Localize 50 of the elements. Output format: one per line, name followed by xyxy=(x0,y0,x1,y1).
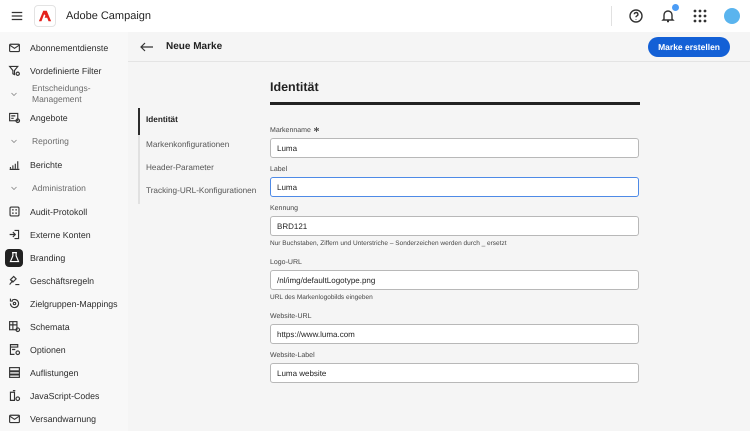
flask-icon xyxy=(8,251,20,264)
step-link[interactable]: Tracking-URL-Konfigurationen xyxy=(138,181,258,204)
sidebar-item[interactable]: Auflistungen xyxy=(0,361,128,384)
menu-icon xyxy=(10,9,24,23)
sidebar-item[interactable]: Berichte xyxy=(0,153,128,176)
gavel-icon xyxy=(8,274,20,287)
sidebar-item[interactable]: Externe Konten xyxy=(0,223,128,246)
logo-icon xyxy=(34,5,56,27)
list-gear-icon xyxy=(8,343,20,356)
page-title: Neue Marke xyxy=(166,41,224,52)
sidebar-item[interactable]: Zielgruppen-Mappings xyxy=(0,292,128,315)
step-link[interactable]: Identität xyxy=(138,108,258,135)
table-gear-icon xyxy=(8,320,20,333)
sidebar-item[interactable]: Schemata xyxy=(0,315,128,338)
sidebar-section[interactable]: Entscheidungs-Management xyxy=(0,82,128,106)
step-link[interactable]: Header-Parameter xyxy=(138,158,258,181)
sign-in-icon xyxy=(8,228,20,241)
input-field[interactable]: Luma xyxy=(270,177,639,197)
required-mark xyxy=(314,127,319,134)
help-icon xyxy=(628,8,644,24)
filter-icon xyxy=(8,64,20,77)
calculator-icon xyxy=(8,205,20,218)
sidebar-item[interactable]: Audit-Protokoll xyxy=(0,200,128,223)
sidebar-item[interactable]: Branding xyxy=(0,246,128,269)
input-field[interactable]: Luma website xyxy=(270,363,639,383)
input-field[interactable]: https://www.luma.com xyxy=(270,324,639,344)
sidebar-section[interactable]: Reporting xyxy=(0,129,128,153)
code-file-icon xyxy=(8,389,20,402)
stacked-list-icon xyxy=(8,366,20,379)
section-heading: Identität xyxy=(270,72,640,105)
create-brand-button[interactable]: Marke erstellen xyxy=(648,36,730,56)
apps-grid-icon[interactable] xyxy=(692,8,708,24)
sidebar-item[interactable]: Abonnementdienste xyxy=(0,36,128,59)
back-arrow-icon[interactable] xyxy=(140,42,154,52)
sidebar-item[interactable]: Vordefinierte Filter xyxy=(0,59,128,82)
envelope-icon xyxy=(8,41,20,54)
sidebar-item[interactable]: Versandwarnung xyxy=(0,407,128,430)
input-field[interactable]: Luma xyxy=(270,138,639,158)
refresh-target-icon xyxy=(8,297,20,310)
app-title: Adobe Campaign xyxy=(66,10,152,22)
sidebar-item[interactable]: Optionen xyxy=(0,338,128,361)
input-field[interactable]: /nl/img/defaultLogotype.png xyxy=(270,270,639,290)
sidebar-item[interactable]: Angebote xyxy=(0,106,128,129)
input-field[interactable]: BRD121 xyxy=(270,216,639,236)
document-gear-icon xyxy=(8,111,20,124)
step-link[interactable]: Markenkonfigurationen xyxy=(138,135,258,158)
sidebar-section[interactable]: Administration xyxy=(0,176,128,200)
sidebar-item[interactable]: Geschäftsregeln xyxy=(0,269,128,292)
sidebar-item[interactable]: JavaScript-Codes xyxy=(0,384,128,407)
envelope-icon xyxy=(8,412,20,425)
